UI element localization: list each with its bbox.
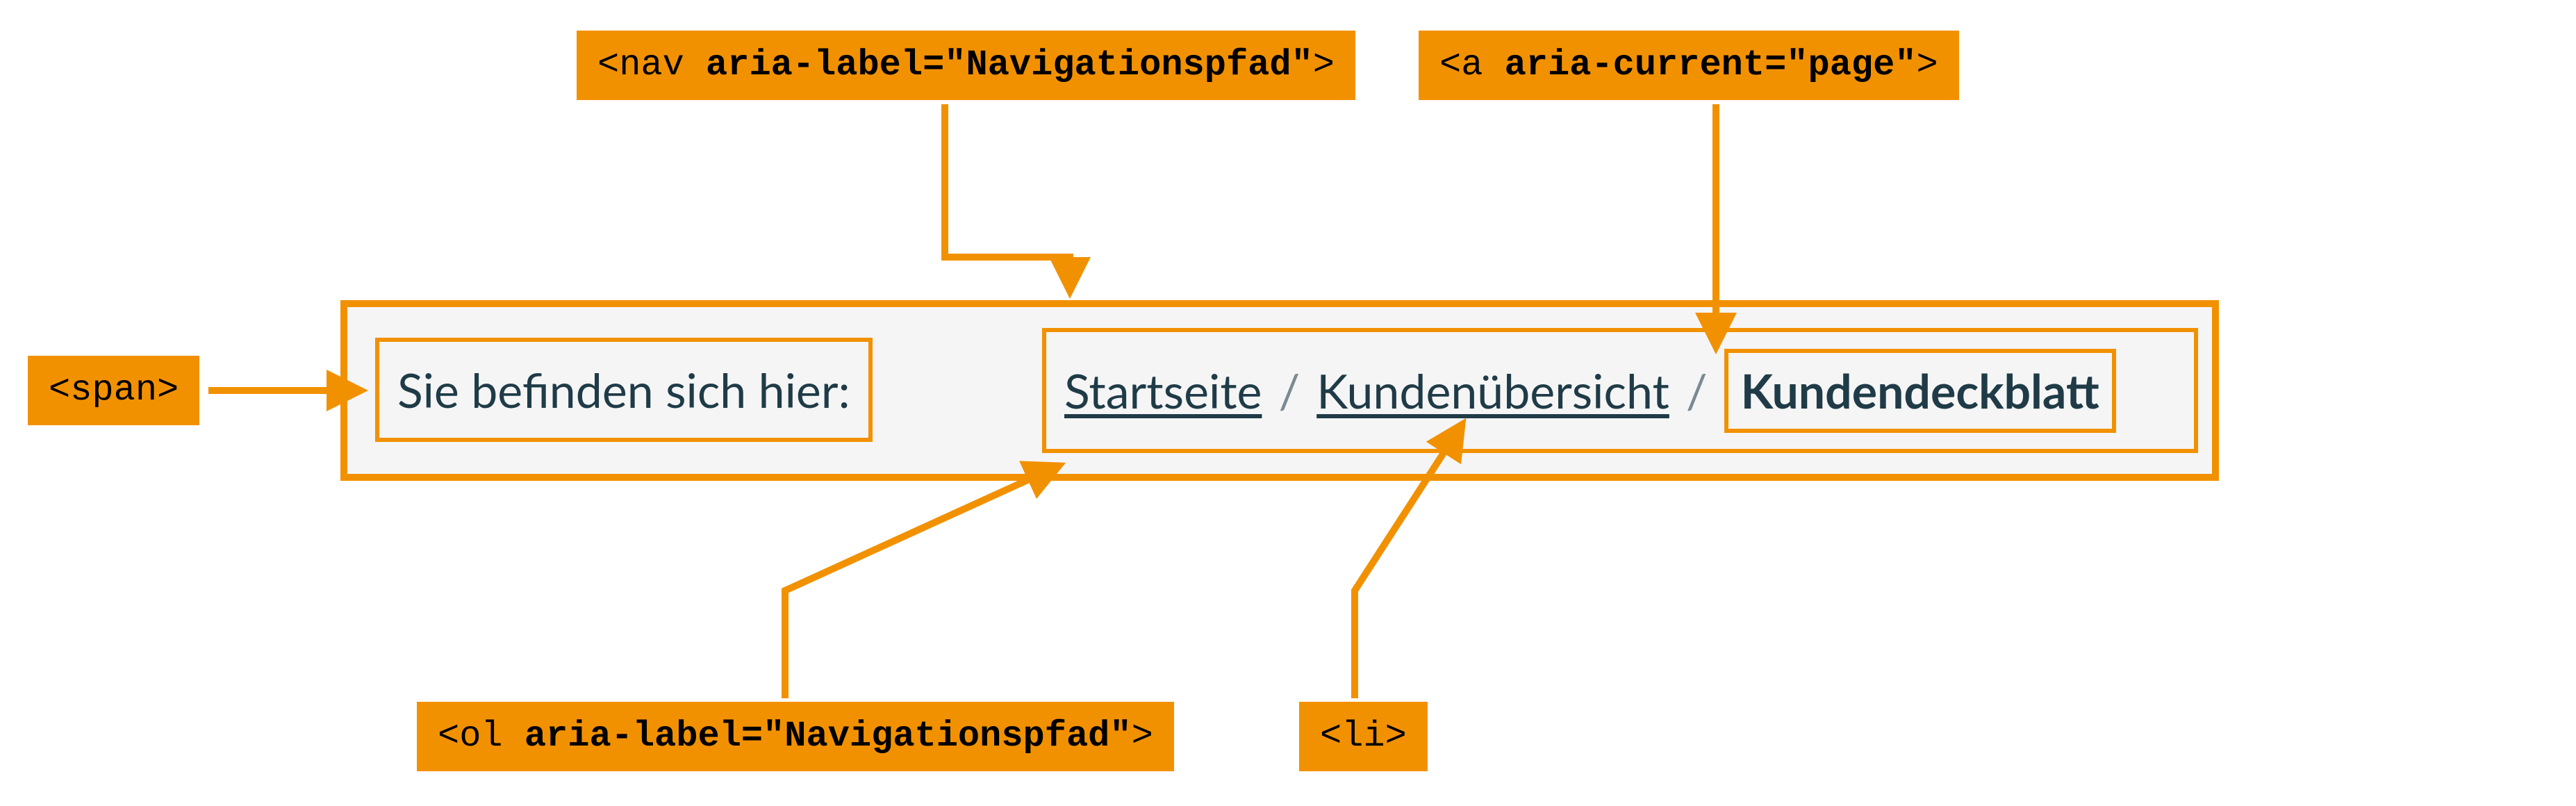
callout-ol: <ol aria-label="Navigationspfad"> bbox=[417, 702, 1174, 771]
breadcrumb-separator: / bbox=[1686, 363, 1708, 419]
breadcrumb-ol: Startseite / Kundenübersicht / Kundendec… bbox=[1042, 328, 2198, 453]
arrow-nav bbox=[945, 104, 1070, 292]
callout-span: <span> bbox=[28, 356, 199, 425]
callout-a-end: > bbox=[1917, 44, 1938, 85]
callout-a-attr: aria-current="page" bbox=[1505, 44, 1917, 85]
callout-a-tag: <a bbox=[1439, 44, 1505, 85]
callout-nav-end: > bbox=[1313, 44, 1335, 85]
callout-ol-end: > bbox=[1132, 716, 1153, 757]
breadcrumb-current-page: Kundendeckblatt bbox=[1741, 363, 2099, 419]
arrow-ol bbox=[785, 466, 1059, 698]
callout-nav: <nav aria-label="Navigationspfad"> bbox=[577, 31, 1355, 100]
callout-ol-attr: aria-label="Navigationspfad" bbox=[525, 716, 1132, 757]
breadcrumb-link-kundenuebersicht[interactable]: Kundenübersicht bbox=[1316, 363, 1669, 419]
breadcrumb-prefix-span: Sie befinden sich hier: bbox=[375, 338, 873, 442]
callout-a-current: <a aria-current="page"> bbox=[1419, 31, 1959, 100]
breadcrumb-current-box: Kundendeckblatt bbox=[1724, 349, 2116, 433]
breadcrumb-prefix-text: Sie befinden sich hier: bbox=[397, 362, 850, 418]
callout-nav-attr: aria-label="Navigationspfad" bbox=[706, 44, 1313, 85]
breadcrumb-separator: / bbox=[1278, 363, 1300, 419]
callout-ol-tag: <ol bbox=[438, 716, 525, 757]
breadcrumb-link-startseite[interactable]: Startseite bbox=[1064, 363, 1262, 419]
callout-li: <li> bbox=[1299, 702, 1428, 771]
callout-nav-tag: <nav bbox=[597, 44, 706, 85]
breadcrumb-nav: Sie befinden sich hier: Startseite / Kun… bbox=[340, 300, 2219, 481]
